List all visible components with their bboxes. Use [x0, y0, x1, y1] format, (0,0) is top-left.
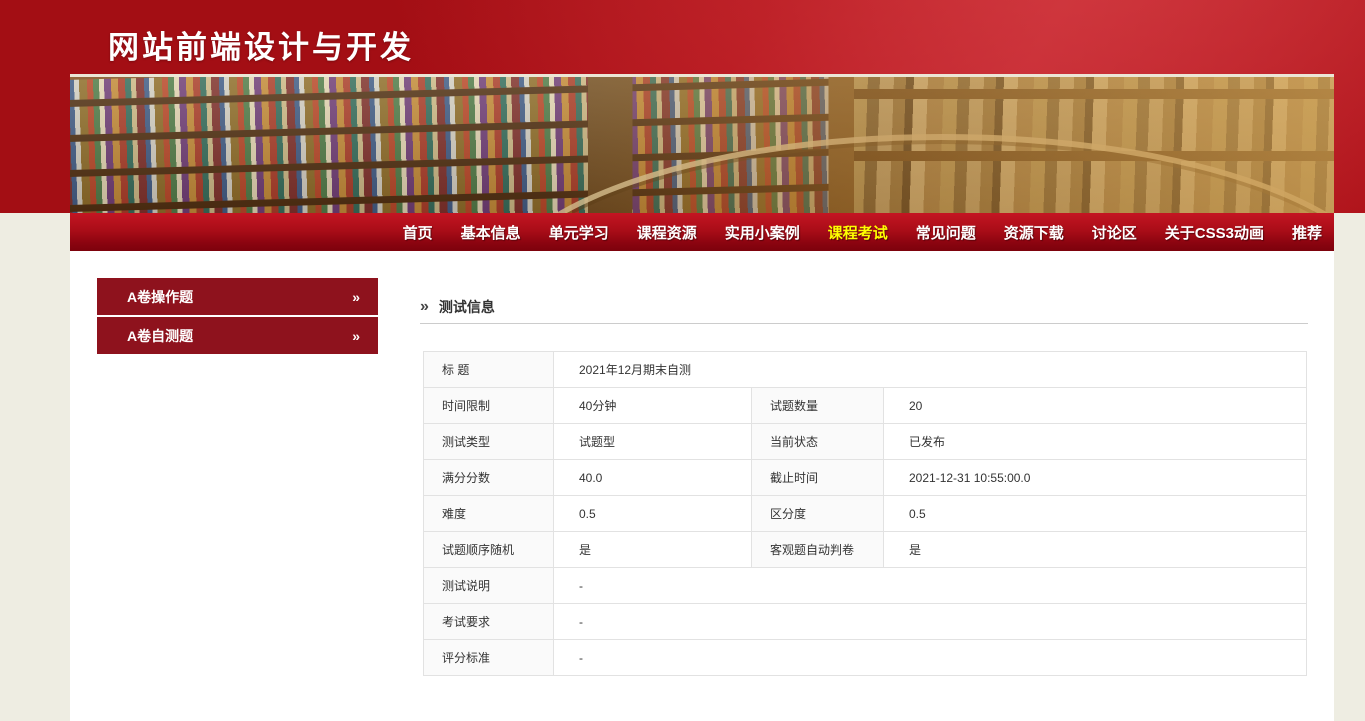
info-value-cell: 试题型	[554, 424, 752, 460]
table-row: 满分分数40.0截止时间2021-12-31 10:55:00.0	[424, 460, 1307, 496]
info-label-cell: 客观题自动判卷	[752, 532, 884, 568]
sidebar-item-1[interactable]: A卷自测题 »	[97, 317, 378, 354]
banner-sepia-overlay	[70, 77, 1334, 213]
info-label-cell: 满分分数	[424, 460, 554, 496]
chevron-right-icon: »	[352, 289, 360, 305]
test-info-table-body: 标 题2021年12月期末自测时间限制40分钟试题数量20测试类型试题型当前状态…	[424, 352, 1307, 676]
info-label-cell: 试题顺序随机	[424, 532, 554, 568]
info-label-cell: 标 题	[424, 352, 554, 388]
nav-item-2[interactable]: 单元学习	[549, 222, 609, 243]
info-value-cell: -	[554, 568, 1307, 604]
table-row: 标 题2021年12月期末自测	[424, 352, 1307, 388]
nav-item-0[interactable]: 首页	[403, 222, 433, 243]
table-row: 测试类型试题型当前状态已发布	[424, 424, 1307, 460]
info-value-cell: 0.5	[884, 496, 1307, 532]
info-value-cell: -	[554, 604, 1307, 640]
nav-item-1[interactable]: 基本信息	[461, 222, 521, 243]
nav-item-4[interactable]: 实用小案例	[725, 222, 800, 243]
info-label-cell: 考试要求	[424, 604, 554, 640]
section-marker-icon: »	[420, 298, 429, 316]
section-divider	[420, 323, 1308, 324]
chevron-right-icon: »	[352, 328, 360, 344]
info-value-cell: 0.5	[554, 496, 752, 532]
library-banner-image	[70, 74, 1334, 213]
info-label-cell: 测试类型	[424, 424, 554, 460]
sidebar: A卷操作题 » A卷自测题 »	[97, 278, 378, 356]
info-value-cell: -	[554, 640, 1307, 676]
info-label-cell: 测试说明	[424, 568, 554, 604]
info-value-cell: 是	[554, 532, 752, 568]
info-value-cell: 40.0	[554, 460, 752, 496]
info-label-cell: 评分标准	[424, 640, 554, 676]
sidebar-item-label: A卷操作题	[127, 287, 193, 307]
info-label-cell: 试题数量	[752, 388, 884, 424]
main-nav: 首页 基本信息 单元学习 课程资源 实用小案例 课程考试 常见问题 资源下载 讨论区 关于CSS3…	[70, 213, 1334, 251]
section-heading: » 测试信息	[420, 297, 495, 317]
sidebar-item-label: A卷自测题	[127, 326, 193, 346]
info-value-cell: 是	[884, 532, 1307, 568]
nav-item-8[interactable]: 讨论区	[1092, 222, 1137, 243]
info-label-cell: 难度	[424, 496, 554, 532]
test-info-table-wrap: 标 题2021年12月期末自测时间限制40分钟试题数量20测试类型试题型当前状态…	[423, 351, 1307, 676]
nav-item-9[interactable]: 关于CSS3动画	[1165, 222, 1264, 243]
nav-item-7[interactable]: 资源下载	[1004, 222, 1064, 243]
info-value-cell: 2021-12-31 10:55:00.0	[884, 460, 1307, 496]
table-row: 评分标准-	[424, 640, 1307, 676]
sidebar-item-0[interactable]: A卷操作题 »	[97, 278, 378, 315]
info-value-cell: 40分钟	[554, 388, 752, 424]
site-title: 网站前端设计与开发	[108, 22, 414, 67]
table-row: 试题顺序随机是客观题自动判卷是	[424, 532, 1307, 568]
content-area: A卷操作题 » A卷自测题 » » 测试信息 标 题2021年12月期末自测时间限制4…	[70, 251, 1334, 721]
info-value-cell: 已发布	[884, 424, 1307, 460]
table-row: 难度0.5区分度0.5	[424, 496, 1307, 532]
info-label-cell: 区分度	[752, 496, 884, 532]
nav-item-10[interactable]: 推荐	[1292, 222, 1322, 243]
table-row: 测试说明-	[424, 568, 1307, 604]
test-info-table: 标 题2021年12月期末自测时间限制40分钟试题数量20测试类型试题型当前状态…	[423, 351, 1307, 676]
table-row: 时间限制40分钟试题数量20	[424, 388, 1307, 424]
nav-item-3[interactable]: 课程资源	[637, 222, 697, 243]
nav-item-5[interactable]: 课程考试	[828, 222, 888, 243]
info-label-cell: 时间限制	[424, 388, 554, 424]
info-value-cell: 20	[884, 388, 1307, 424]
info-label-cell: 截止时间	[752, 460, 884, 496]
nav-item-6[interactable]: 常见问题	[916, 222, 976, 243]
info-value-cell: 2021年12月期末自测	[554, 352, 1307, 388]
table-row: 考试要求-	[424, 604, 1307, 640]
info-label-cell: 当前状态	[752, 424, 884, 460]
section-title: 测试信息	[439, 297, 495, 317]
